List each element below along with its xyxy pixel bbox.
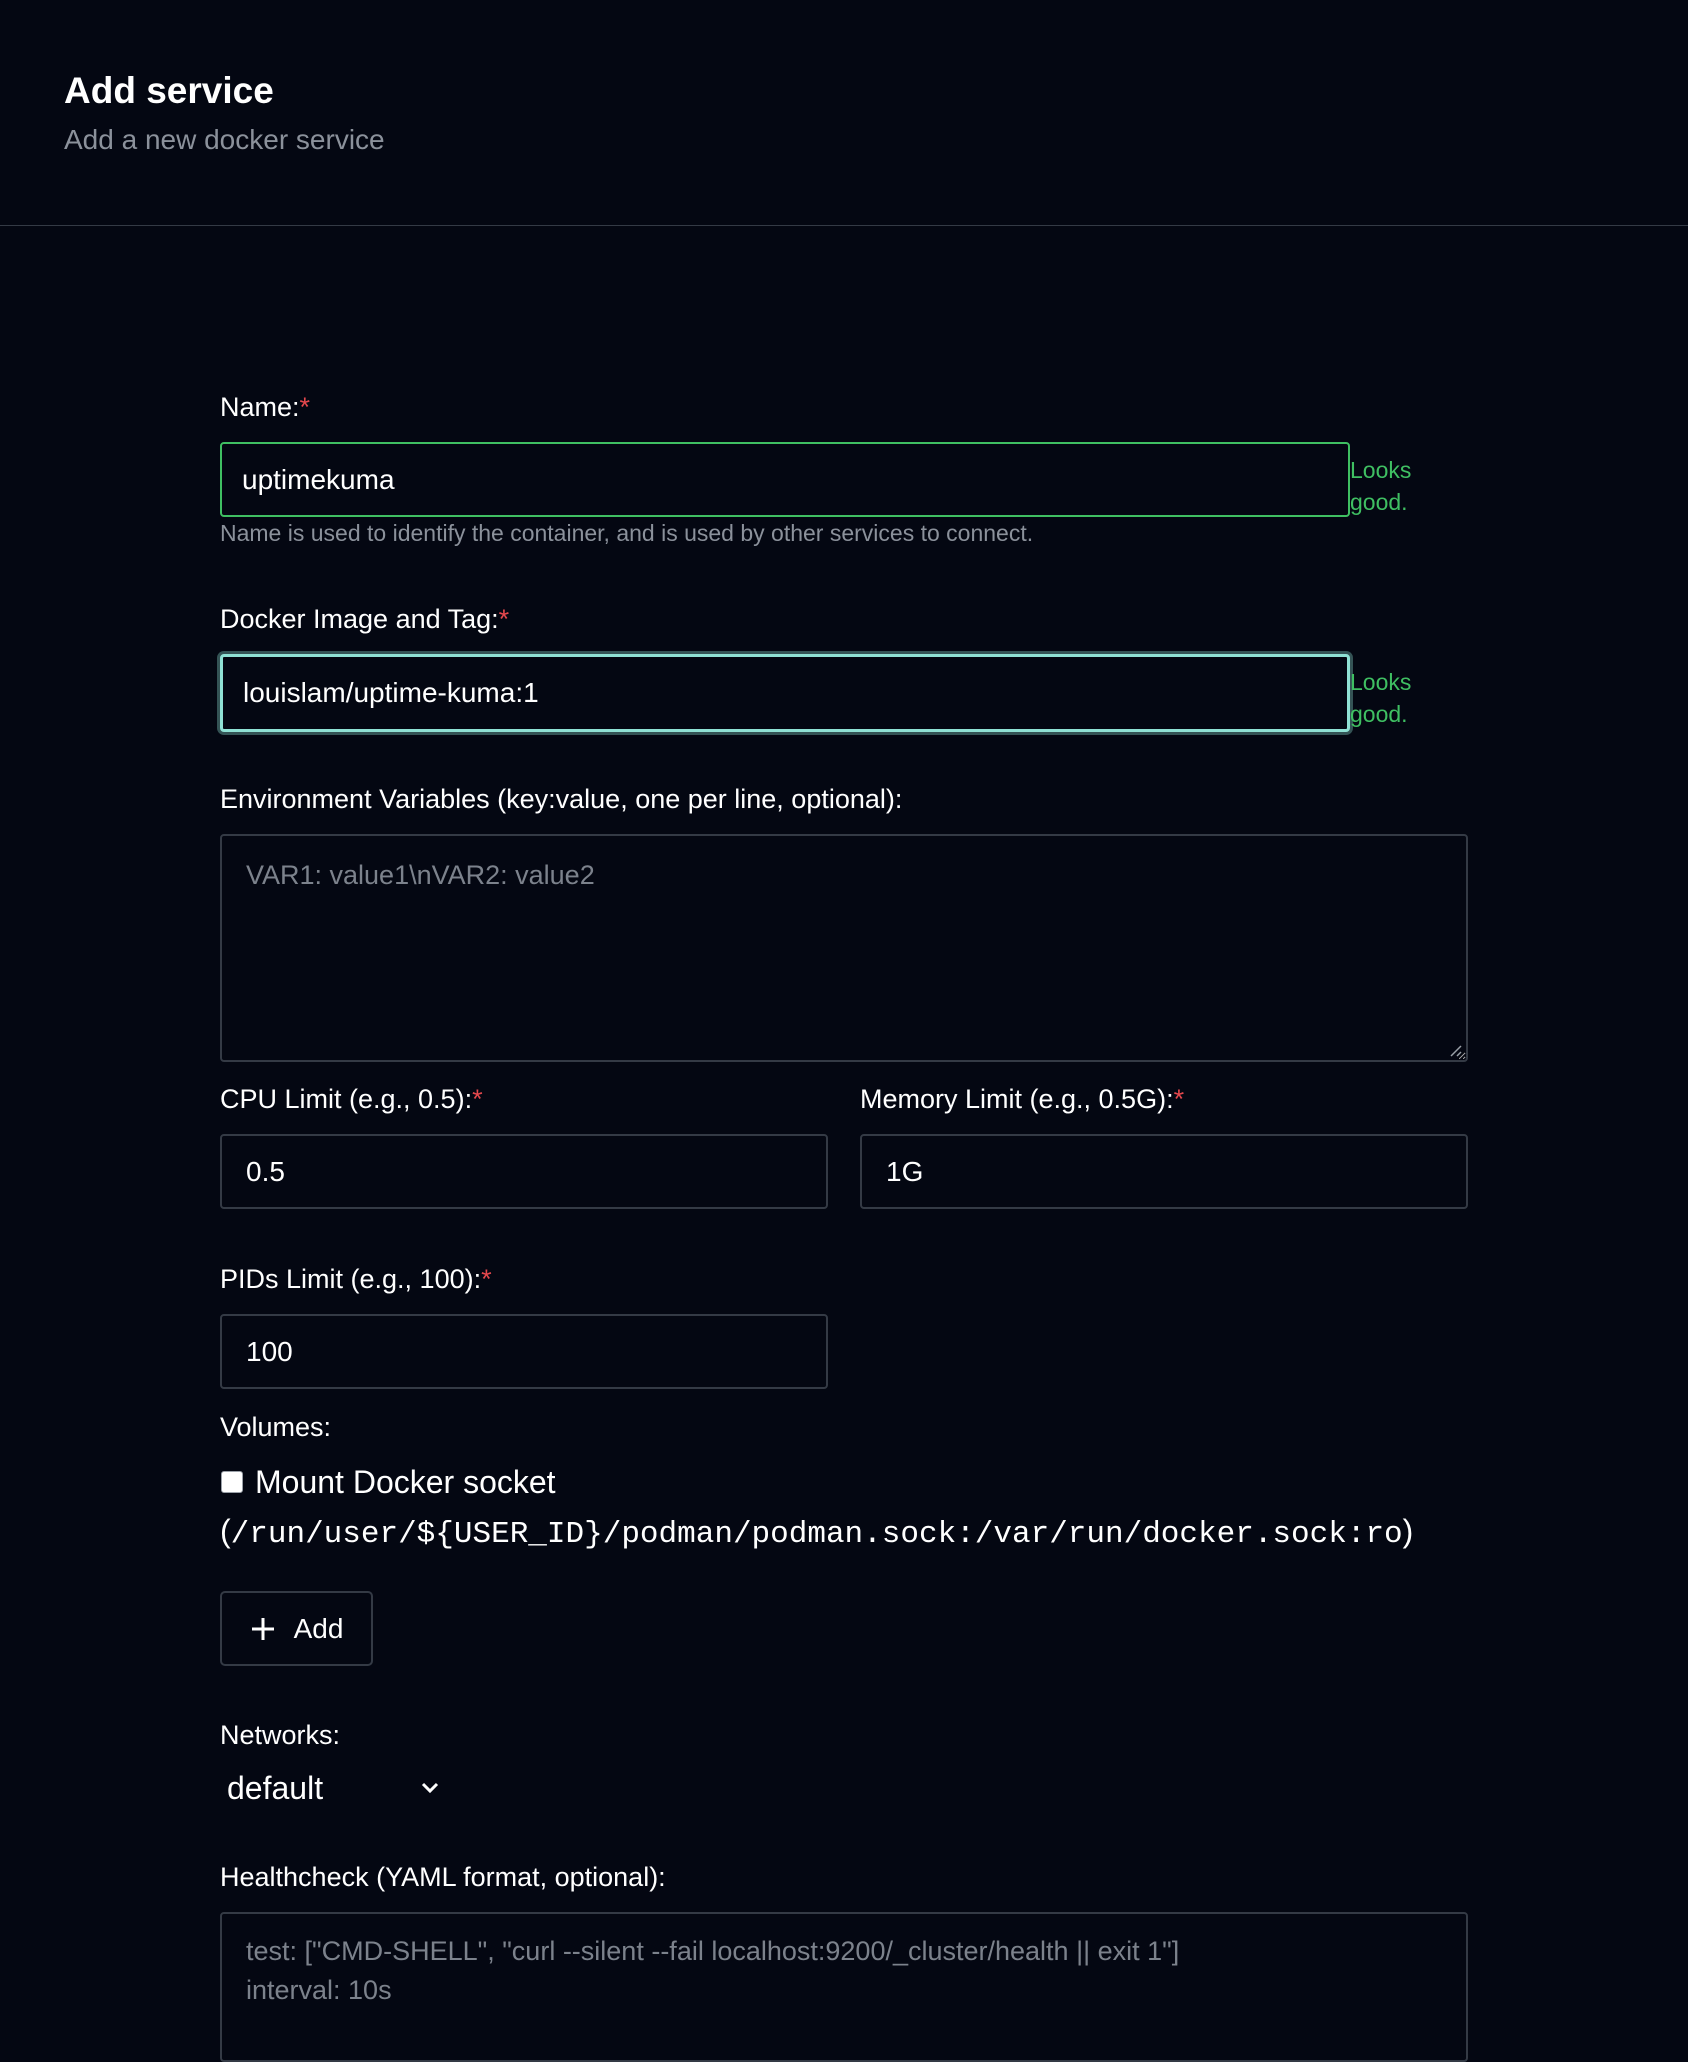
mount-docker-socket-checkbox[interactable] [221, 1471, 243, 1493]
healthcheck-placeholder-line: interval: 10s [246, 1975, 392, 2005]
volumes-label: Volumes: [220, 1412, 332, 1442]
name-help-text: Name is used to identify the container, … [220, 520, 1034, 546]
pids-limit-input[interactable] [220, 1314, 828, 1389]
mount-path-code: /run/user/${USER_ID}/podman/podman.sock:… [230, 1517, 1403, 1552]
page-title: Add service [64, 70, 274, 111]
healthcheck-label: Healthcheck (YAML format, optional): [220, 1862, 666, 1892]
add-volume-button[interactable]: Add [220, 1591, 373, 1666]
networks-selected-value: default [227, 1769, 324, 1806]
image-input[interactable] [220, 654, 1350, 732]
memory-label: Memory Limit (e.g., 0.5G):* [860, 1084, 1185, 1114]
plus-icon [251, 1617, 274, 1640]
networks-select[interactable]: default [220, 1766, 440, 1810]
networks-label: Networks: [220, 1720, 341, 1750]
page-header: Add service Add a new docker service [0, 0, 1688, 226]
mount-docker-socket-label: Mount Docker socket [255, 1464, 556, 1500]
image-valid-feedback: Looks good. [1350, 669, 1412, 727]
required-mark: * [299, 392, 311, 422]
pids-label: PIDs Limit (e.g., 100):* [220, 1264, 492, 1294]
cpu-label: CPU Limit (e.g., 0.5):* [220, 1084, 483, 1114]
image-label: Docker Image and Tag:* [220, 604, 510, 634]
env-label: Environment Variables (key:value, one pe… [220, 784, 903, 814]
page-subtitle: Add a new docker service [64, 124, 385, 155]
memory-limit-input[interactable] [860, 1134, 1468, 1209]
required-mark: * [472, 1084, 483, 1114]
name-valid-feedback: Looks good. [1350, 457, 1412, 515]
cpu-limit-input[interactable] [220, 1134, 828, 1209]
env-textarea[interactable] [220, 834, 1468, 1062]
required-mark: * [498, 604, 510, 634]
required-mark: * [1173, 1084, 1185, 1114]
add-volume-label: Add [293, 1612, 344, 1644]
required-mark: * [481, 1264, 492, 1294]
chevron-down-icon [421, 1782, 439, 1794]
mount-socket-path: (/run/user/${USER_ID}/podman/podman.sock… [220, 1513, 1414, 1552]
resize-grip-icon[interactable] [1447, 1042, 1463, 1058]
name-input[interactable] [220, 442, 1350, 517]
healthcheck-placeholder-line: test: ["CMD-SHELL", "curl --silent --fai… [246, 1936, 1180, 1966]
name-label: Name:* [220, 392, 311, 422]
healthcheck-textarea[interactable]: test: ["CMD-SHELL", "curl --silent --fai… [220, 1912, 1468, 2062]
